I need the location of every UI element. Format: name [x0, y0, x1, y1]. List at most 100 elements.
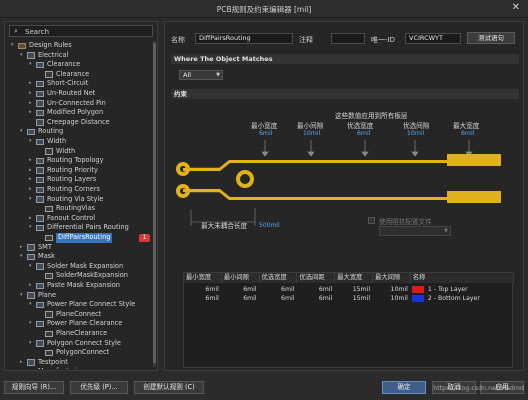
expand-arrow-icon[interactable]: ▾ — [11, 41, 14, 51]
name-field[interactable]: DiffPairsRouting — [195, 33, 293, 44]
priorities-button[interactable]: 优先级 (P)... — [70, 381, 128, 394]
collapse-arrow-icon[interactable]: ▸ — [20, 243, 23, 253]
tree-item[interactable]: ▾ Electrical — [5, 51, 153, 61]
table-header-cell[interactable]: 最小间隙 — [221, 273, 260, 283]
tree-item[interactable]: PolygonConnect — [5, 348, 153, 358]
table-cell[interactable]: 10mil — [373, 285, 411, 294]
table-cell[interactable]: 6mil — [260, 285, 298, 294]
expand-arrow-icon[interactable]: ▾ — [29, 223, 32, 233]
collapse-arrow-icon[interactable]: ▸ — [20, 358, 23, 368]
expand-arrow-icon[interactable]: ▾ — [29, 137, 32, 147]
tree-item[interactable]: Width — [5, 147, 153, 157]
tree-item[interactable]: ▸ SMT — [5, 243, 153, 253]
tree-item[interactable]: ▸ Testpoint — [5, 358, 153, 368]
tree-item[interactable]: ▾ Mask — [5, 252, 153, 262]
create-default-rules-button[interactable]: 创建默认规则 (C) — [134, 381, 204, 394]
table-cell[interactable]: 10mil — [373, 294, 411, 303]
tree-item[interactable]: ▾ Width — [5, 137, 153, 147]
tree-scrollbar-thumb[interactable] — [153, 43, 156, 363]
tree-item[interactable]: PlaneConnect — [5, 310, 153, 320]
tree-item[interactable]: ▾ Routing — [5, 127, 153, 137]
violation-count-badge: 1 — [139, 233, 150, 242]
collapse-arrow-icon[interactable]: ▸ — [29, 108, 32, 118]
tree-item[interactable]: ▸ Modified Polygon — [5, 108, 153, 118]
test-query-button[interactable]: 测试语句 — [467, 32, 515, 44]
table-header-cell[interactable]: 最大宽度 — [335, 273, 374, 283]
tree-item-label: Creepage Distance — [47, 117, 110, 126]
tree-item[interactable]: ▾ Plane — [5, 291, 153, 301]
tree-item[interactable]: ▸ Routing Priority — [5, 166, 153, 176]
table-cell[interactable]: 6mil — [222, 285, 260, 294]
tree-item[interactable]: ▾ Power Plane Connect Style — [5, 300, 153, 310]
table-cell[interactable]: 6mil — [184, 285, 222, 294]
collapse-arrow-icon[interactable]: ▸ — [29, 166, 32, 176]
ok-button[interactable]: 确定 — [382, 381, 426, 394]
expand-arrow-icon[interactable]: ▾ — [29, 319, 32, 329]
tree-item[interactable]: ▾ Design Rules — [5, 41, 153, 51]
where-scope-select[interactable]: All ▼ — [179, 70, 223, 80]
expand-arrow-icon[interactable]: ▾ — [20, 252, 23, 262]
comment-field[interactable] — [331, 33, 365, 44]
table-cell[interactable]: 6mil — [297, 294, 335, 303]
collapse-arrow-icon[interactable]: ▸ — [29, 156, 32, 166]
expand-arrow-icon[interactable]: ▾ — [29, 60, 32, 70]
tree-item[interactable]: ▾ Polygon Connect Style — [5, 339, 153, 349]
collapse-arrow-icon[interactable]: ▸ — [29, 99, 32, 109]
expand-arrow-icon[interactable]: ▾ — [29, 300, 32, 310]
max-uncoupled-value[interactable]: 500mil — [259, 222, 280, 229]
expand-arrow-icon[interactable]: ▾ — [20, 51, 23, 61]
expand-arrow-icon[interactable]: ▾ — [20, 291, 23, 301]
tree-item[interactable]: ▸ Un-Connected Pin — [5, 99, 153, 109]
table-header-cell[interactable]: 最小宽度 — [184, 273, 222, 283]
collapse-arrow-icon[interactable]: ▸ — [20, 367, 23, 369]
table-header-cell[interactable]: 优选宽度 — [259, 273, 298, 283]
tree-item[interactable]: PlaneClearance — [5, 329, 153, 339]
expand-arrow-icon[interactable]: ▾ — [29, 195, 32, 205]
table-cell[interactable]: 6mil — [260, 294, 298, 303]
impedance-profile-select[interactable]: ▼ — [379, 226, 451, 236]
expand-arrow-icon[interactable]: ▾ — [29, 339, 32, 349]
table-header-cell[interactable]: 优选间距 — [297, 273, 336, 283]
tree-item[interactable]: ▸ Un-Routed Net — [5, 89, 153, 99]
collapse-arrow-icon[interactable]: ▸ — [29, 185, 32, 195]
collapse-arrow-icon[interactable]: ▸ — [29, 89, 32, 99]
collapse-arrow-icon[interactable]: ▸ — [29, 175, 32, 185]
tree-scrollbar[interactable] — [153, 41, 156, 367]
tree-item[interactable]: ▸ Paste Mask Expansion — [5, 281, 153, 291]
rule-icon — [45, 234, 53, 242]
collapse-arrow-icon[interactable]: ▸ — [29, 79, 32, 89]
tree-item[interactable]: SolderMaskExpansion — [5, 271, 153, 281]
table-cell[interactable]: 15mil — [335, 294, 373, 303]
collapse-arrow-icon[interactable]: ▸ — [29, 214, 32, 224]
table-header-cell[interactable]: 名称 — [410, 273, 514, 283]
tree-item[interactable]: ▸ Manufacturing — [5, 367, 153, 369]
rule-tree: ▾ Design Rules ▾ Electrical ▾ Clearance Cleara… — [5, 41, 153, 369]
table-cell[interactable]: 6mil — [297, 285, 335, 294]
tree-item[interactable]: ▸ Fanout Control — [5, 214, 153, 224]
unique-id-field[interactable]: VCIRCWYT — [405, 33, 461, 44]
tree-item[interactable]: RoutingVias — [5, 204, 153, 214]
search-box[interactable]: ⌕ Search — [9, 25, 153, 37]
tree-item[interactable]: ▾ Clearance — [5, 60, 153, 70]
tree-item[interactable]: ▾ Solder Mask Expansion — [5, 262, 153, 272]
tree-item[interactable]: DiffPairsRouting 1 — [5, 233, 153, 243]
table-cell[interactable]: 6mil — [222, 294, 260, 303]
rules-wizard-button[interactable]: 规则向导 (R)... — [4, 381, 64, 394]
tree-item[interactable]: ▾ Power Plane Clearance — [5, 319, 153, 329]
tree-item[interactable]: ▸ Routing Corners — [5, 185, 153, 195]
use-impedance-checkbox[interactable] — [368, 217, 375, 224]
tree-item[interactable]: ▾ Differential Pairs Routing — [5, 223, 153, 233]
close-icon[interactable]: ✕ — [512, 2, 520, 13]
table-cell[interactable]: 6mil — [184, 294, 222, 303]
expand-arrow-icon[interactable]: ▾ — [20, 127, 23, 137]
tree-item[interactable]: ▸ Routing Topology — [5, 156, 153, 166]
tree-item[interactable]: Creepage Distance — [5, 118, 153, 128]
table-header-cell[interactable]: 最大间隙 — [373, 273, 411, 283]
table-cell[interactable]: 15mil — [335, 285, 373, 294]
tree-item[interactable]: ▸ Routing Layers — [5, 175, 153, 185]
tree-item[interactable]: ▾ Routing Via Style — [5, 195, 153, 205]
tree-item[interactable]: Clearance — [5, 70, 153, 80]
tree-item[interactable]: ▸ Short-Circuit — [5, 79, 153, 89]
collapse-arrow-icon[interactable]: ▸ — [29, 281, 32, 291]
expand-arrow-icon[interactable]: ▾ — [29, 262, 32, 272]
